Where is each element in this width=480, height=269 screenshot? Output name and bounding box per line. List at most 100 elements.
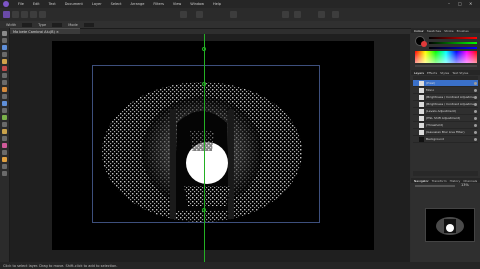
- ctx-type-field[interactable]: [52, 22, 63, 27]
- paint-brush-icon[interactable]: [2, 66, 7, 71]
- liquify-persona-icon[interactable]: [12, 11, 19, 18]
- layer-row[interactable]: (Levels Adjustment): [413, 108, 478, 115]
- layer-row[interactable]: (Brightness / Contrast Adjustment): [413, 101, 478, 108]
- guide-line[interactable]: [204, 34, 205, 262]
- red-eye-tool-icon[interactable]: [2, 143, 7, 148]
- blue-slider[interactable]: [429, 47, 477, 49]
- guide-node-bottom[interactable]: [202, 208, 206, 212]
- layer-thumbnail: [419, 94, 424, 100]
- visibility-icon[interactable]: [474, 109, 477, 113]
- menu-window[interactable]: Window: [190, 2, 204, 6]
- tab-brushes[interactable]: Brushes: [457, 29, 469, 33]
- move-tool-icon[interactable]: [2, 31, 7, 36]
- quick-mask-icon[interactable]: [230, 11, 237, 18]
- zoom-slider[interactable]: [415, 185, 455, 187]
- maximize-icon[interactable]: □: [458, 1, 462, 6]
- blur-tool-icon[interactable]: [2, 122, 7, 127]
- menu-layer[interactable]: Layer: [92, 2, 102, 6]
- guide-node-upper[interactable]: [202, 82, 206, 86]
- crop-tool-icon[interactable]: [2, 80, 7, 85]
- assistant-icon[interactable]: [196, 11, 203, 18]
- red-slider[interactable]: [429, 37, 477, 39]
- develop-persona-icon[interactable]: [21, 11, 28, 18]
- arrange-back-icon[interactable]: [282, 11, 289, 18]
- tab-channels[interactable]: Channels: [463, 179, 477, 183]
- mesh-warp-icon[interactable]: [2, 150, 7, 155]
- align-icon[interactable]: [318, 11, 325, 18]
- menu-text[interactable]: Text: [49, 2, 56, 6]
- navigator-thumbnail: [436, 217, 464, 235]
- view-tool-icon[interactable]: [2, 38, 7, 43]
- menu-file[interactable]: File: [18, 2, 24, 6]
- layer-row[interactable]: (Gaussian Blur Live Filter): [413, 129, 478, 136]
- visibility-icon[interactable]: [474, 88, 477, 92]
- text-tool-icon[interactable]: [2, 129, 7, 134]
- menu-document[interactable]: Document: [65, 2, 83, 6]
- layer-name: (Pixel): [426, 81, 436, 85]
- tab-stroke[interactable]: Stroke: [444, 29, 454, 33]
- layer-thumbnail: [419, 87, 424, 93]
- selection-brush-icon[interactable]: [2, 45, 7, 50]
- menu-edit[interactable]: Edit: [33, 2, 40, 6]
- menu-filters[interactable]: Filters: [153, 2, 164, 6]
- close-icon[interactable]: ✕: [469, 1, 472, 6]
- layer-row[interactable]: (Brightness / Contrast Adjustment): [413, 94, 478, 101]
- tab-styles[interactable]: Styles: [440, 71, 449, 75]
- layer-row[interactable]: (Pixel): [413, 80, 478, 87]
- tone-mapping-persona-icon[interactable]: [30, 11, 37, 18]
- fill-tool-icon[interactable]: [2, 87, 7, 92]
- transform-icon[interactable]: [332, 11, 339, 18]
- tab-text-styles[interactable]: Text Styles: [452, 71, 468, 75]
- marquee-tool-icon[interactable]: [2, 59, 7, 64]
- pen-tool-icon[interactable]: [2, 73, 7, 78]
- snapping-icon[interactable]: [180, 11, 187, 18]
- visibility-icon[interactable]: [474, 102, 477, 106]
- export-persona-icon[interactable]: [39, 11, 46, 18]
- selection-bounds: [92, 65, 320, 223]
- tab-transform[interactable]: Transform: [432, 179, 447, 183]
- visibility-icon[interactable]: [474, 137, 477, 141]
- zoom-value[interactable]: 13%: [461, 183, 469, 187]
- opacity-slider[interactable]: [415, 65, 477, 67]
- stroke-color-swatch[interactable]: [421, 41, 427, 47]
- hand-tool-icon[interactable]: [2, 171, 7, 176]
- tab-history[interactable]: History: [450, 179, 461, 183]
- ctx-mode-field[interactable]: [83, 22, 94, 27]
- pixel-persona-icon[interactable]: [3, 11, 10, 18]
- visibility-icon[interactable]: [474, 116, 477, 120]
- color-spectrum[interactable]: [415, 51, 477, 63]
- tab-navigator[interactable]: Navigator: [414, 179, 429, 183]
- zoom-tool-icon[interactable]: [2, 164, 7, 169]
- tab-colour[interactable]: Colour: [414, 29, 424, 33]
- clone-tool-icon[interactable]: [2, 115, 7, 120]
- layer-row[interactable]: (HSL Shift Adjustment): [413, 115, 478, 122]
- minimize-icon[interactable]: –: [448, 1, 450, 6]
- menu-help[interactable]: Help: [213, 2, 221, 6]
- menu-arrange[interactable]: Arrange: [130, 2, 144, 6]
- layer-row[interactable]: Background: [413, 136, 478, 143]
- arrange-front-icon[interactable]: [294, 11, 301, 18]
- menu-select[interactable]: Select: [111, 2, 122, 6]
- visibility-icon[interactable]: [474, 130, 477, 134]
- visibility-icon[interactable]: [474, 95, 477, 99]
- tab-layers[interactable]: Layers: [414, 71, 424, 75]
- shape-tool-icon[interactable]: [2, 136, 7, 141]
- layer-name: (Gaussian Blur Live Filter): [426, 130, 465, 134]
- flood-select-icon[interactable]: [2, 52, 7, 57]
- gradient-tool-icon[interactable]: [2, 94, 7, 99]
- tab-swatches[interactable]: Swatches: [427, 29, 441, 33]
- erase-tool-icon[interactable]: [2, 101, 7, 106]
- canvas-area[interactable]: [10, 34, 410, 262]
- visibility-icon[interactable]: [474, 123, 477, 127]
- dodge-tool-icon[interactable]: [2, 108, 7, 113]
- guide-node-top[interactable]: [202, 47, 206, 51]
- menu-view[interactable]: View: [173, 2, 181, 6]
- tab-effects[interactable]: Effects: [427, 71, 437, 75]
- layer-row[interactable]: (Threshold): [413, 122, 478, 129]
- ctx-width-field[interactable]: [22, 22, 33, 27]
- green-slider[interactable]: [429, 42, 477, 44]
- visibility-icon[interactable]: [474, 81, 477, 85]
- color-picker-icon[interactable]: [2, 157, 7, 162]
- navigator-preview[interactable]: [425, 208, 475, 242]
- layer-row[interactable]: Mono: [413, 87, 478, 94]
